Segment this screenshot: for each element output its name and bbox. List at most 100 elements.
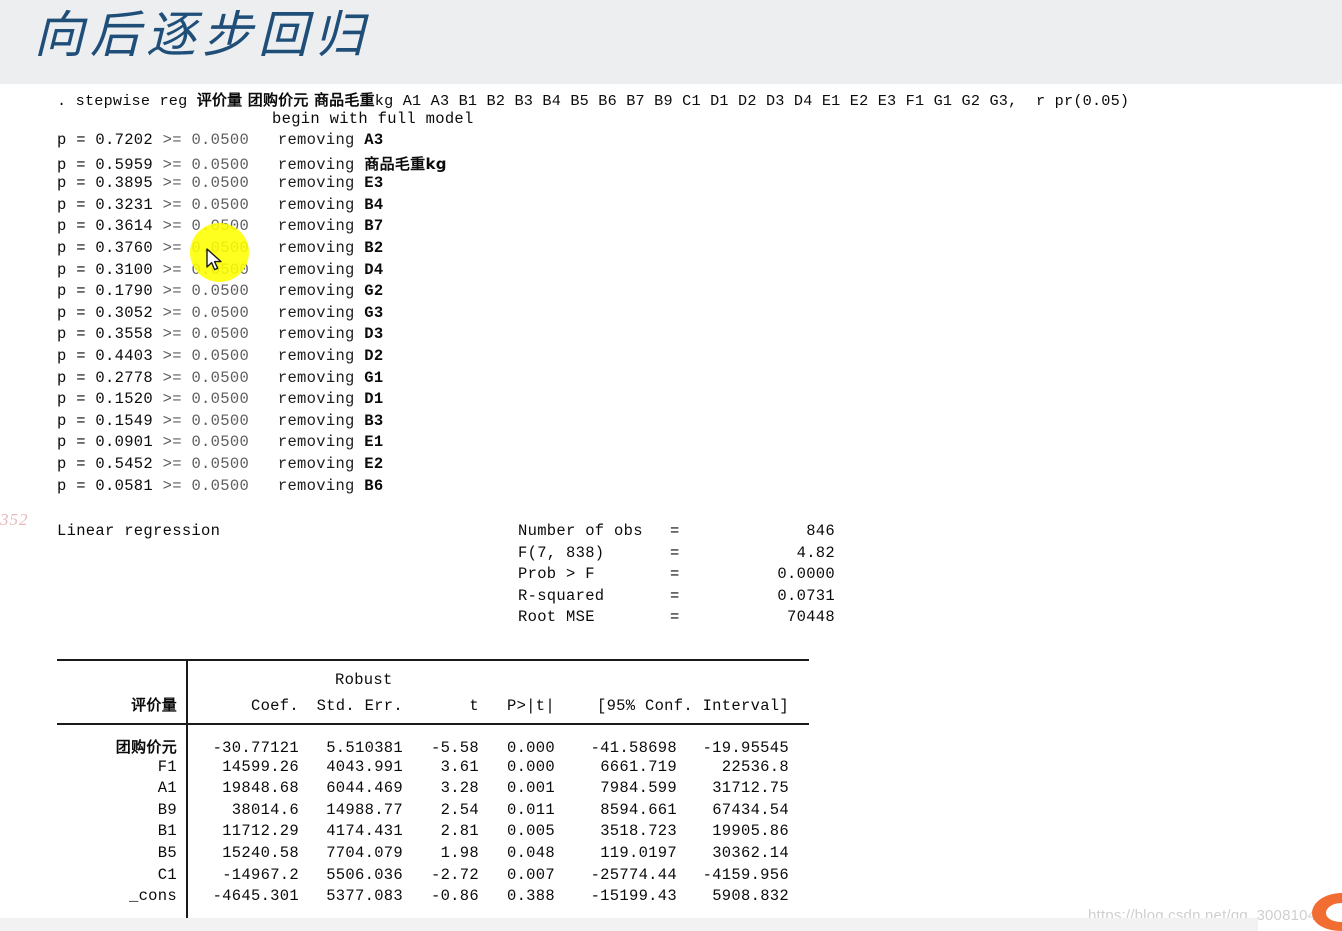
coef-row-variable: F1 [157, 757, 177, 776]
stat-value: 0.0000 [777, 565, 835, 584]
t-value: -5.58 [430, 739, 479, 757]
removal-line: p = 0.3895 >= 0.0500 removing E3 [57, 174, 447, 196]
removed-variable: B3 [364, 411, 384, 430]
t-value: 2.81 [440, 822, 479, 841]
coef-value: -4645.301 [212, 887, 299, 906]
removed-variable: B7 [364, 217, 384, 236]
removal-p-value: p = 0.4403 [57, 346, 163, 365]
regression-stat-row: Root MSE = 70448 [518, 608, 835, 630]
removal-operator: >= [162, 131, 192, 149]
removed-variable: G1 [364, 368, 384, 387]
command-suffix: kg A1 A3 B1 B2 B3 B4 B5 B6 B7 B9 C1 D1 D… [374, 92, 1130, 110]
header-coef: Coef. [250, 697, 299, 715]
coef-row-variable: _cons [128, 887, 177, 906]
removal-p-value: p = 0.1790 [57, 282, 163, 301]
removal-p-value: p = 0.0901 [57, 433, 163, 452]
std-err-value: 4174.431 [326, 822, 403, 841]
table-row: B1 11712.29 4174.431 2.81 0.005 3518.723 19905… [57, 822, 809, 844]
removal-threshold: 0.0500 [191, 325, 250, 344]
removal-threshold: 0.0500 [191, 131, 250, 149]
removal-action: removing [249, 368, 365, 387]
stat-equals-sign: = [670, 586, 680, 605]
ci-upper: 30362.14 [712, 843, 789, 862]
t-value: 3.28 [440, 779, 479, 798]
regression-stat-row: Number of obs = 846 [518, 522, 835, 544]
ci-lower: 6661.719 [600, 757, 677, 776]
stat-value: 4.82 [796, 543, 835, 562]
table-row: C1 -14967.2 5506.036 -2.72 0.007 -25774.44 -41… [57, 866, 809, 888]
coefficient-table: Robust 评价量 Coef. Std. Err. t P>|t| [95% Conf.… [57, 659, 809, 931]
std-err-value: 7704.079 [326, 843, 403, 862]
removal-p-value: p = 0.5452 [57, 454, 163, 473]
removed-variable: B2 [364, 238, 384, 257]
coef-value: -30.77121 [212, 739, 299, 757]
removal-action: removing [249, 195, 365, 214]
removal-line: p = 0.1520 >= 0.0500 removing D1 [57, 390, 447, 412]
removal-line: p = 0.2778 >= 0.0500 removing G1 [57, 369, 447, 391]
ci-lower: 7984.599 [600, 779, 677, 798]
removal-operator: >= [162, 476, 192, 495]
stat-label: Number of obs [518, 522, 643, 540]
removal-action: removing [249, 238, 365, 257]
removal-action: removing [249, 390, 365, 409]
removed-variable: G3 [364, 303, 384, 322]
removal-threshold: 0.0500 [191, 411, 250, 430]
removal-action: removing [249, 325, 365, 344]
regression-stat-row: R-squared = 0.0731 [518, 587, 835, 609]
header-std-err: Std. Err. [316, 697, 403, 715]
removal-p-value: p = 0.1549 [57, 411, 163, 430]
stata-console-output: . stepwise reg 评价量 团购价元 商品毛重kg A1 A3 B1 … [0, 84, 1342, 931]
regression-stat-row: F(7, 838) = 4.82 [518, 544, 835, 566]
table-row: B5 15240.58 7704.079 1.98 0.048 119.0197 30362… [57, 844, 809, 866]
t-value: 3.61 [440, 757, 479, 776]
table-header: Robust 评价量 Coef. Std. Err. t P>|t| [95% Conf.… [57, 661, 809, 723]
stat-label: R-squared [518, 586, 605, 605]
stat-label: Root MSE [518, 608, 595, 627]
removal-action: removing [249, 131, 365, 149]
coef-row-variable: B1 [157, 822, 177, 841]
stat-equals-sign: = [670, 543, 680, 562]
coef-row-variable: 团购价元 [115, 738, 177, 756]
removal-operator: >= [162, 390, 192, 409]
std-err-value: 5377.083 [326, 887, 403, 906]
command-cjk-variables: 评价量 团购价元 商品毛重 [196, 91, 375, 109]
p-value: 0.005 [506, 822, 555, 841]
removal-p-value: p = 0.1520 [57, 390, 163, 409]
p-value: 0.001 [506, 779, 555, 798]
ci-lower: -25774.44 [590, 865, 677, 884]
coef-value: 11712.29 [222, 822, 299, 841]
page-number-artifact: 352 [0, 510, 29, 529]
p-value: 0.048 [506, 843, 555, 862]
stat-equals-sign: = [670, 565, 680, 584]
table-row: _cons -4645.301 5377.083 -0.86 0.388 -15199.4… [57, 887, 809, 909]
stat-equals-sign: = [670, 522, 680, 540]
ci-lower: -41.58698 [590, 739, 677, 757]
removal-operator: >= [162, 260, 192, 279]
regression-statistics: Number of obs = 846 F(7, 838) = 4.82 Prob > F =… [518, 522, 835, 630]
removed-variable: D3 [364, 325, 384, 344]
removed-variable: E2 [364, 454, 384, 473]
mouse-cursor-icon [206, 248, 222, 271]
removal-p-value: p = 0.3760 [57, 238, 163, 257]
ci-upper: 5908.832 [712, 887, 789, 906]
removed-variable: E1 [364, 433, 384, 452]
removal-threshold: 0.0500 [191, 303, 250, 322]
corner-logo-icon [1280, 891, 1342, 931]
ci-upper: 31712.75 [712, 779, 789, 798]
std-err-value: 5506.036 [326, 865, 403, 884]
std-err-value: 4043.991 [326, 757, 403, 776]
ci-upper: -19.95545 [702, 739, 789, 757]
removal-threshold: 0.0500 [191, 390, 250, 409]
removal-p-value: p = 0.5959 [57, 155, 163, 174]
removal-line: p = 0.4403 >= 0.0500 removing D2 [57, 347, 447, 369]
removal-threshold: 0.0500 [191, 282, 250, 301]
table-row: B9 38014.6 14988.77 2.54 0.011 8594.661 67434.… [57, 801, 809, 823]
removal-operator: >= [162, 433, 192, 452]
stat-value: 846 [806, 522, 835, 540]
p-value: 0.011 [506, 800, 555, 819]
coef-row-variable: B9 [157, 800, 177, 819]
removal-p-value: p = 0.0581 [57, 476, 163, 495]
t-value: 1.98 [440, 843, 479, 862]
removal-threshold: 0.0500 [191, 454, 250, 473]
coef-value: 14599.26 [222, 757, 299, 776]
